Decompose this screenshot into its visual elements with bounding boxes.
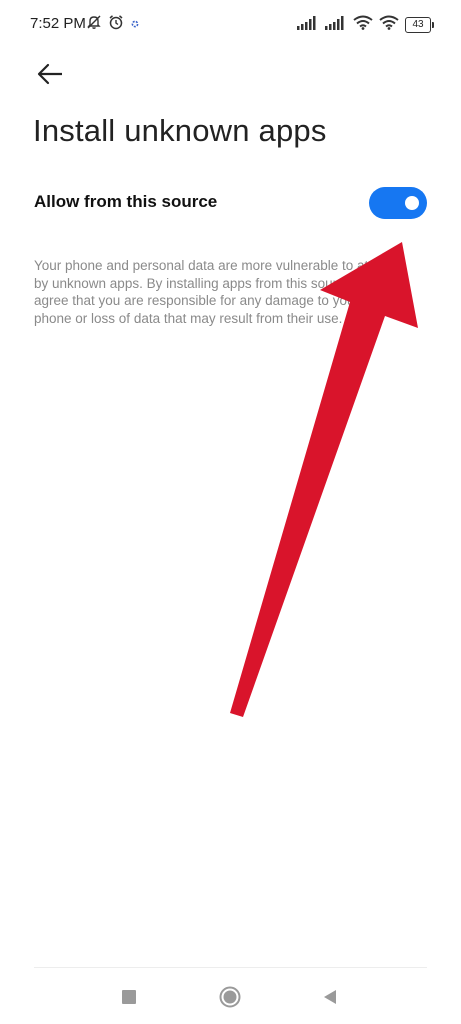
- status-bar: 7:52 PM 43: [0, 0, 461, 50]
- status-right-icons: 43: [297, 15, 434, 35]
- back-nav-button[interactable]: [318, 985, 342, 1009]
- warning-description: Your phone and personal data are more vu…: [34, 258, 393, 326]
- alarm-icon: [108, 14, 124, 35]
- wifi-icon: [353, 15, 373, 35]
- signal-icon: [325, 15, 347, 35]
- screen: 7:52 PM 43 Install unknown apps Allow fr…: [0, 0, 461, 1024]
- sync-icon: [130, 16, 140, 34]
- recents-button[interactable]: [117, 985, 141, 1009]
- toggle-knob: [405, 196, 419, 210]
- setting-label: Allow from this source: [34, 192, 218, 211]
- wifi-icon: [379, 15, 399, 35]
- allow-toggle-switch[interactable]: [369, 187, 427, 219]
- navigation-bar: [0, 975, 461, 1019]
- battery-icon: 43: [405, 17, 434, 33]
- status-time: 7:52 PM: [30, 15, 86, 32]
- recents-square-icon: [122, 990, 136, 1004]
- muted-notification-icon: [86, 14, 102, 35]
- home-button[interactable]: [218, 985, 242, 1009]
- home-circle-icon: [219, 986, 241, 1008]
- arrow-left-icon: [37, 63, 62, 85]
- status-left-icons: [86, 14, 140, 35]
- red-annotation-arrow: [230, 242, 418, 717]
- nav-divider: [34, 967, 427, 968]
- signal-icon: [297, 15, 319, 35]
- back-triangle-icon: [324, 990, 336, 1004]
- back-button[interactable]: [34, 58, 66, 90]
- page-title: Install unknown apps: [33, 113, 327, 148]
- allow-from-source-row[interactable]: Allow from this source: [0, 178, 461, 228]
